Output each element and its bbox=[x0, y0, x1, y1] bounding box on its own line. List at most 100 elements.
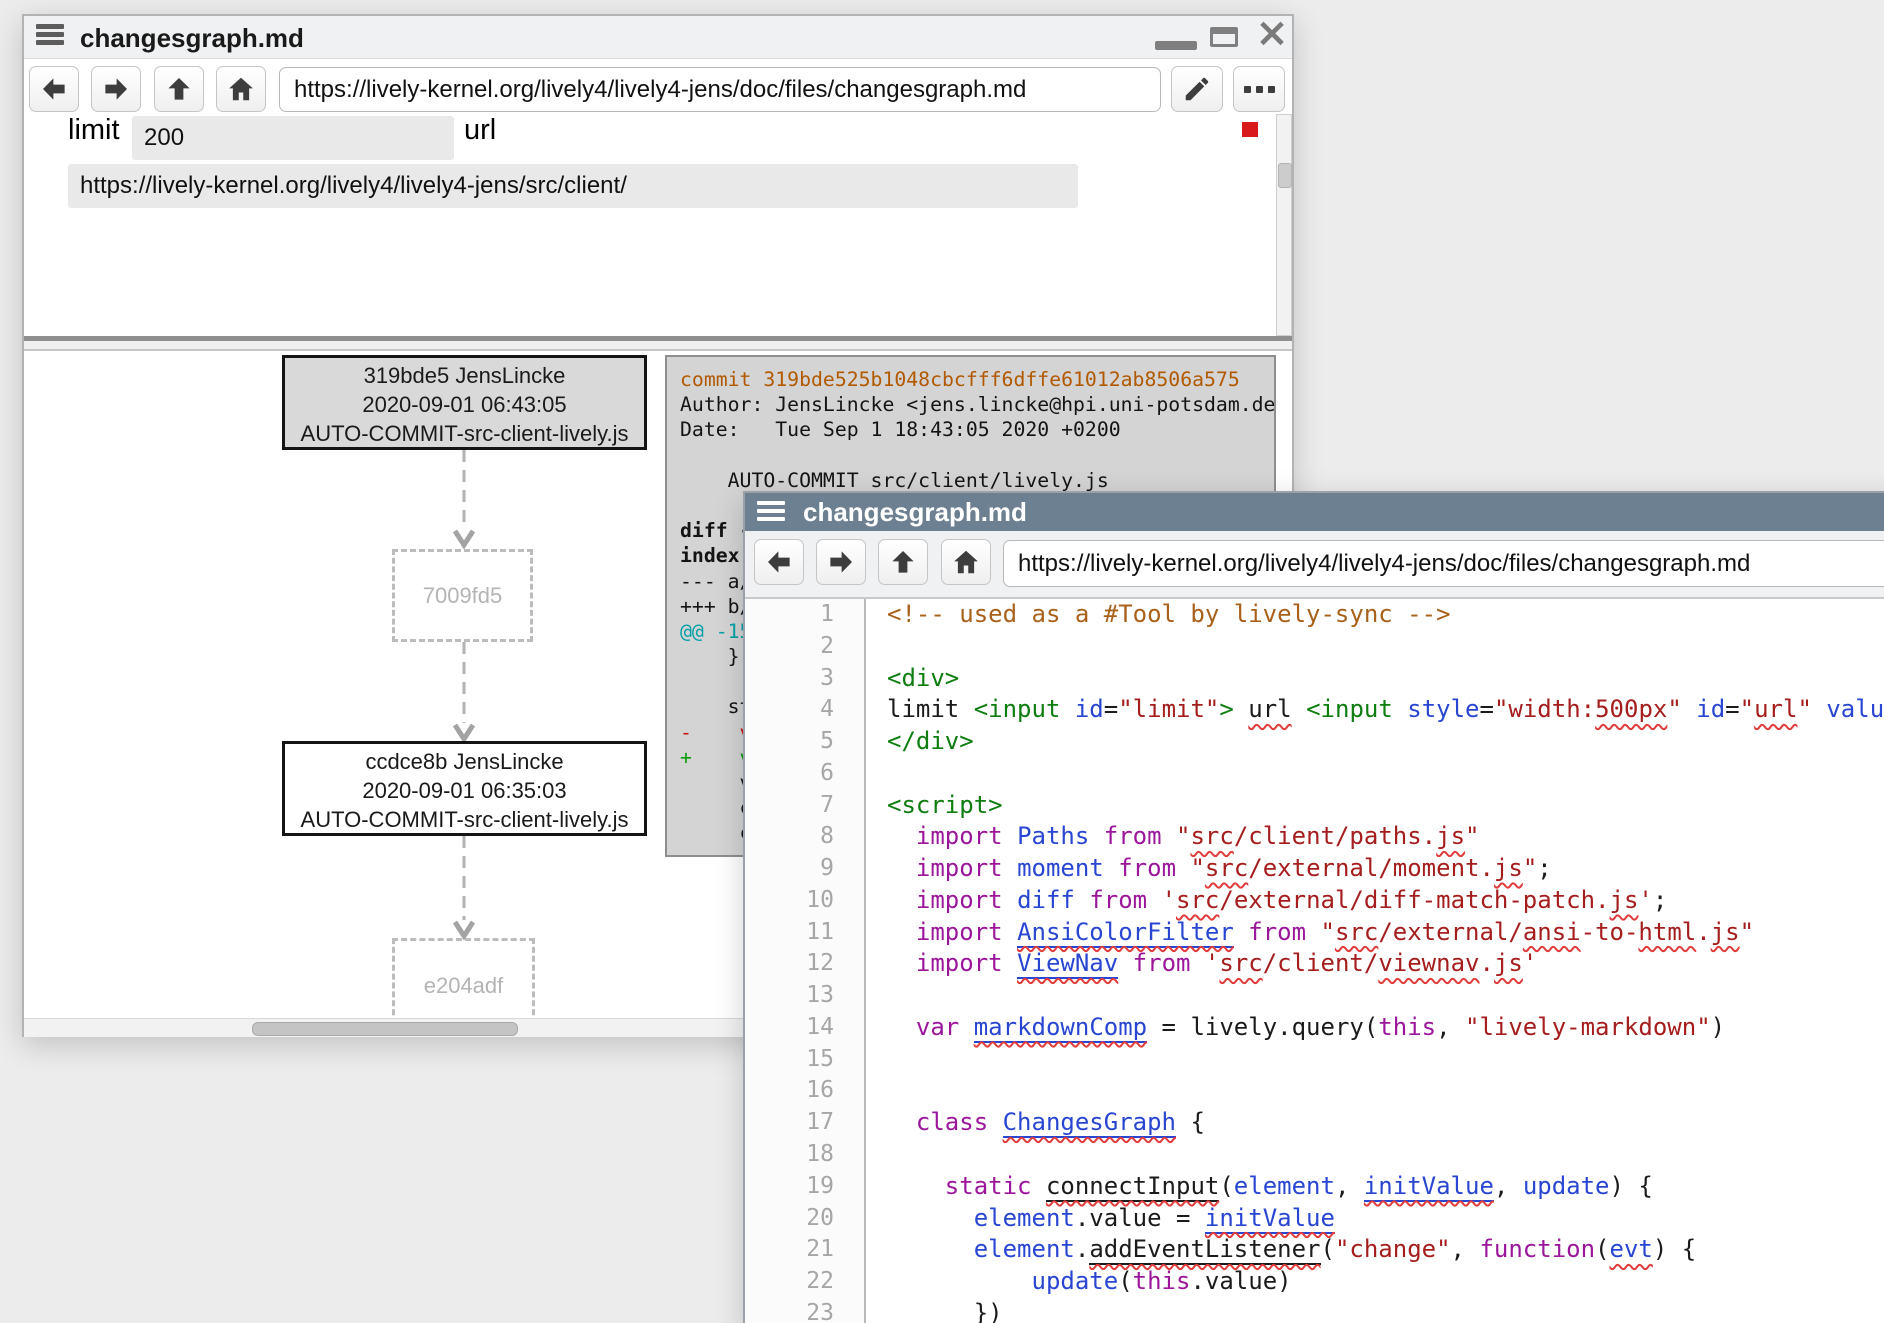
code-line[interactable]: 18 bbox=[745, 1139, 1884, 1171]
code-line[interactable]: 12 import ViewNav from 'src/client/viewn… bbox=[745, 948, 1884, 980]
code-line[interactable]: 9 import moment from "src/external/momen… bbox=[745, 853, 1884, 885]
line-number: 8 bbox=[745, 821, 834, 853]
home-icon bbox=[951, 547, 981, 577]
code-line[interactable]: 17 class ChangesGraph { bbox=[745, 1107, 1884, 1139]
code-lines: 1<!-- used as a #Tool by lively-sync -->… bbox=[745, 599, 1884, 1323]
url-label: url bbox=[464, 114, 496, 147]
forward-button[interactable] bbox=[91, 66, 141, 112]
line-number: 19 bbox=[745, 1171, 834, 1203]
vertical-scrollbar-thumb[interactable] bbox=[1278, 163, 1292, 188]
edit-button[interactable] bbox=[1171, 66, 1223, 112]
code-line[interactable]: 15 bbox=[745, 1044, 1884, 1076]
line-number: 15 bbox=[745, 1044, 834, 1076]
window-title: changesgraph.md bbox=[803, 497, 1027, 528]
limit-label: limit bbox=[68, 114, 120, 147]
line-number: 3 bbox=[745, 663, 834, 695]
address-bar[interactable] bbox=[1003, 540, 1884, 587]
arrow-right-icon bbox=[826, 547, 856, 577]
home-button[interactable] bbox=[941, 539, 991, 585]
ellipsis-icon bbox=[1244, 86, 1275, 93]
up-button[interactable] bbox=[878, 539, 928, 585]
code-line[interactable]: 6 bbox=[745, 758, 1884, 790]
home-icon bbox=[226, 74, 256, 104]
screenshot: changesgraph.md × limit url bbox=[0, 0, 1884, 1323]
commit-stub-label: e204adf bbox=[424, 973, 504, 999]
front-window-titlebar[interactable]: changesgraph.md bbox=[745, 493, 1884, 531]
commit-stub-e204adf[interactable]: e204adf bbox=[392, 938, 535, 1018]
code-line[interactable]: 23 }) bbox=[745, 1298, 1884, 1323]
commit-panel-line bbox=[680, 443, 1274, 468]
url-input[interactable] bbox=[68, 164, 1078, 208]
line-number: 22 bbox=[745, 1266, 834, 1298]
commit-panel-line: AUTO-COMMIT src/client/lively.js bbox=[680, 468, 1274, 493]
line-number: 18 bbox=[745, 1139, 834, 1171]
code-line[interactable]: 8 import Paths from "src/client/paths.js… bbox=[745, 821, 1884, 853]
back-button[interactable] bbox=[29, 66, 79, 112]
more-button[interactable] bbox=[1233, 66, 1285, 112]
line-number: 23 bbox=[745, 1298, 834, 1323]
back-button[interactable] bbox=[754, 539, 804, 585]
maximize-icon[interactable] bbox=[1210, 27, 1238, 47]
vertical-scrollbar[interactable] bbox=[1276, 114, 1292, 336]
limit-input[interactable] bbox=[132, 116, 454, 160]
back-window-titlebar[interactable]: changesgraph.md × bbox=[24, 16, 1292, 59]
commit-node-date: 2020-09-01 06:35:03 bbox=[285, 776, 644, 805]
code-line[interactable]: 13 bbox=[745, 980, 1884, 1012]
commit-node-date: 2020-09-01 06:43:05 bbox=[285, 390, 644, 419]
horizontal-scrollbar-thumb[interactable] bbox=[252, 1022, 518, 1036]
line-number: 20 bbox=[745, 1203, 834, 1235]
front-window: changesgraph.md 1<!-- used as a #Tool by… bbox=[743, 491, 1884, 1323]
menu-icon[interactable] bbox=[757, 501, 785, 526]
arrow-left-icon bbox=[39, 74, 69, 104]
line-number: 5 bbox=[745, 726, 834, 758]
address-bar[interactable] bbox=[279, 67, 1161, 112]
line-number: 12 bbox=[745, 948, 834, 980]
line-number: 7 bbox=[745, 790, 834, 822]
code-line[interactable]: 2 bbox=[745, 631, 1884, 663]
arrow-left-icon bbox=[764, 547, 794, 577]
code-line[interactable]: 1<!-- used as a #Tool by lively-sync --> bbox=[745, 599, 1884, 631]
code-line[interactable]: 19 static connectInput(element, initValu… bbox=[745, 1171, 1884, 1203]
code-line[interactable]: 10 import diff from 'src/external/diff-m… bbox=[745, 885, 1884, 917]
commit-node-ccdce8b[interactable]: ccdce8b JensLincke 2020-09-01 06:35:03 A… bbox=[282, 741, 647, 836]
line-number: 16 bbox=[745, 1075, 834, 1107]
line-number: 11 bbox=[745, 917, 834, 949]
code-line[interactable]: 4limit <input id="limit"> url <input sty… bbox=[745, 694, 1884, 726]
menu-icon[interactable] bbox=[36, 24, 64, 49]
code-editor[interactable]: 1<!-- used as a #Tool by lively-sync -->… bbox=[745, 599, 1884, 1323]
up-button[interactable] bbox=[154, 66, 204, 112]
commit-panel-line: Date: Tue Sep 1 18:43:05 2020 +0200 bbox=[680, 417, 1274, 442]
commit-node-319bde5[interactable]: 319bde5 JensLincke 2020-09-01 06:43:05 A… bbox=[282, 355, 647, 450]
line-number: 2 bbox=[745, 631, 834, 663]
code-line[interactable]: 21 element.addEventListener("change", fu… bbox=[745, 1234, 1884, 1266]
line-number: 1 bbox=[745, 599, 834, 631]
code-line[interactable]: 22 update(this.value) bbox=[745, 1266, 1884, 1298]
code-line[interactable]: 7<script> bbox=[745, 790, 1884, 822]
commit-panel-line: commit 319bde525b1048cbcfff6dffe61012ab8… bbox=[680, 367, 1274, 392]
close-icon[interactable]: × bbox=[1252, 13, 1292, 53]
commit-stub-7009fd5[interactable]: 7009fd5 bbox=[392, 549, 533, 642]
code-line[interactable]: 20 element.value = initValue bbox=[745, 1203, 1884, 1235]
arrow-right-icon bbox=[101, 74, 131, 104]
line-number: 4 bbox=[745, 694, 834, 726]
commit-node-title: 319bde5 JensLincke bbox=[285, 361, 644, 390]
commit-stub-label: 7009fd5 bbox=[423, 583, 503, 609]
back-window-toolbar bbox=[24, 58, 1292, 124]
code-line[interactable]: 14 var markdownComp = lively.query(this,… bbox=[745, 1012, 1884, 1044]
line-number: 21 bbox=[745, 1234, 834, 1266]
line-number: 9 bbox=[745, 853, 834, 885]
line-number: 10 bbox=[745, 885, 834, 917]
update-marker bbox=[1242, 122, 1258, 137]
code-line[interactable]: 3<div> bbox=[745, 663, 1884, 695]
line-number: 17 bbox=[745, 1107, 834, 1139]
minimize-icon[interactable] bbox=[1155, 41, 1197, 50]
rendered-markdown-pane: limit url bbox=[24, 124, 1292, 336]
window-title: changesgraph.md bbox=[80, 23, 304, 54]
line-number: 13 bbox=[745, 980, 834, 1012]
code-line[interactable]: 11 import AnsiColorFilter from "src/exte… bbox=[745, 917, 1884, 949]
code-line[interactable]: 16 bbox=[745, 1075, 1884, 1107]
forward-button[interactable] bbox=[816, 539, 866, 585]
home-button[interactable] bbox=[216, 66, 266, 112]
pencil-icon bbox=[1182, 74, 1212, 104]
code-line[interactable]: 5</div> bbox=[745, 726, 1884, 758]
